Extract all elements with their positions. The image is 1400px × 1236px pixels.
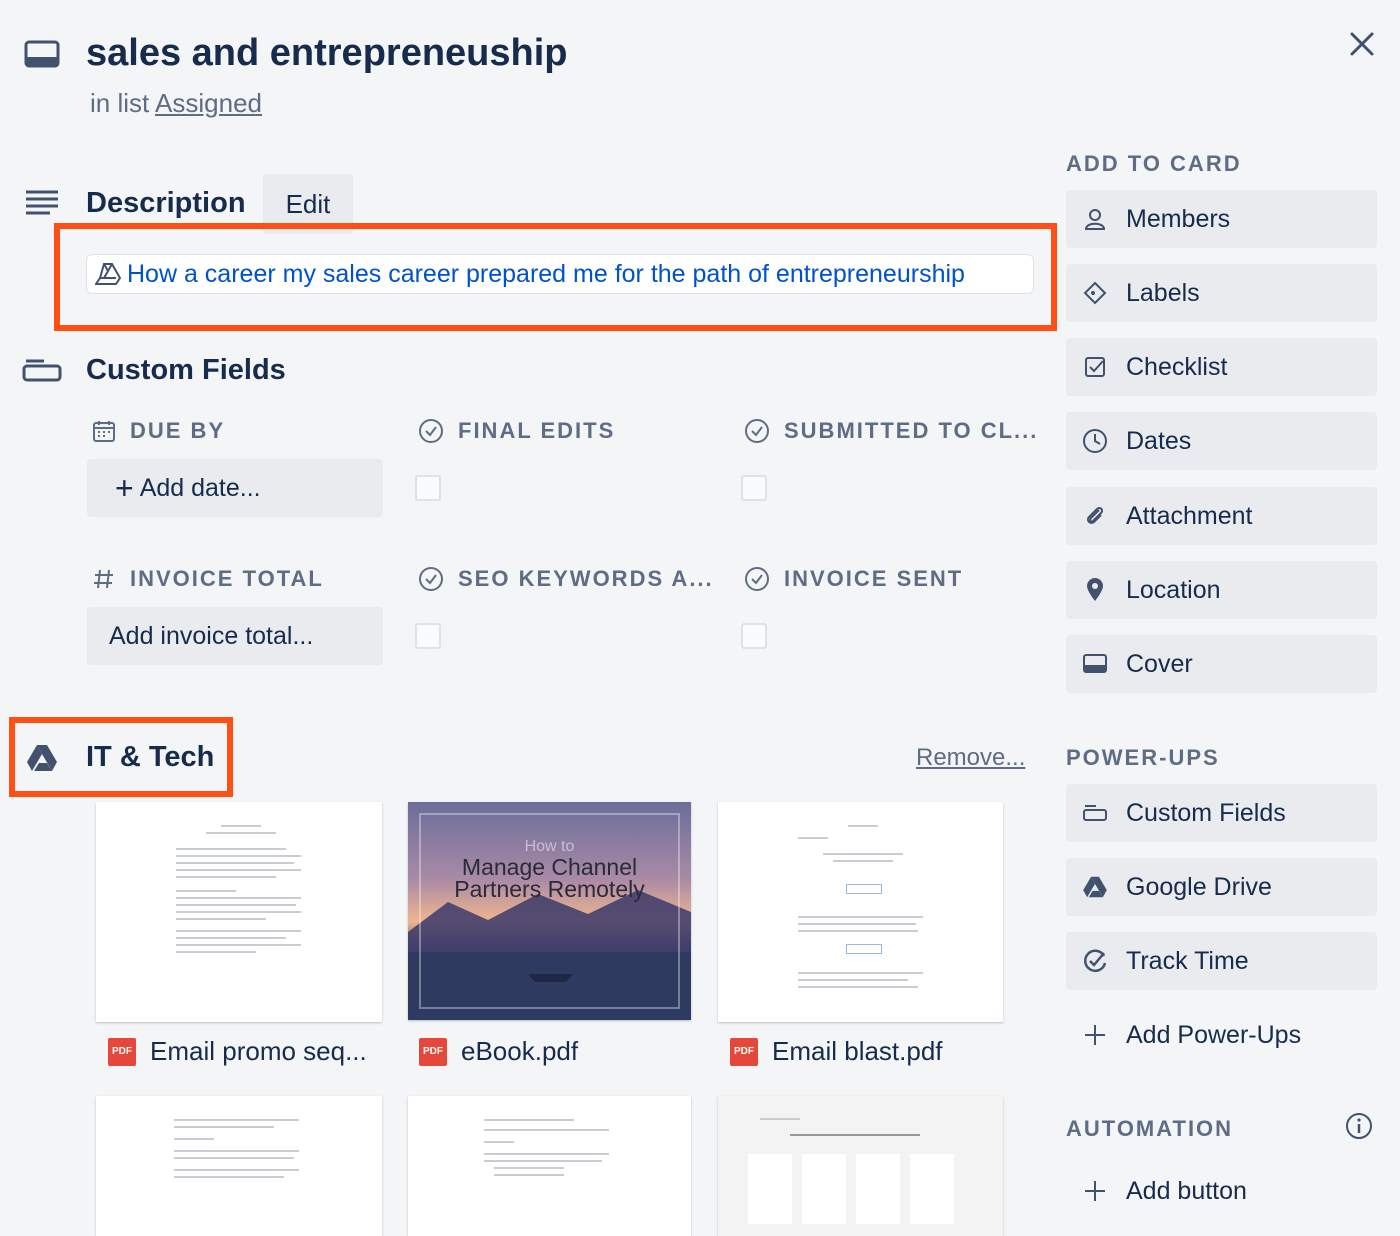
automation-heading: AUTOMATION <box>1066 1116 1234 1141</box>
members-button[interactable]: Members <box>1066 190 1377 248</box>
google-drive-power-up-button[interactable]: Google Drive <box>1066 858 1377 916</box>
file-thumbnail[interactable] <box>718 1096 1003 1236</box>
pdf-icon: PDF <box>419 1037 447 1066</box>
invoice-total-label: INVOICE TOTAL <box>92 566 324 592</box>
hash-icon <box>94 569 113 589</box>
custom-fields-icon <box>1082 800 1108 826</box>
file-name[interactable]: PDF Email blast.pdf <box>730 1036 943 1067</box>
description-drive-link[interactable]: How a career my sales career prepared me… <box>86 254 1034 294</box>
submitted-checkbox[interactable] <box>741 475 767 501</box>
add-button-button[interactable]: Add button <box>1066 1162 1377 1220</box>
attachment-button[interactable]: Attachment <box>1066 487 1377 545</box>
cover-button[interactable]: Cover <box>1066 635 1377 693</box>
pin-icon <box>1082 577 1108 603</box>
checklist-button[interactable]: Checklist <box>1066 338 1377 396</box>
invoice-sent-label: INVOICE SENT <box>744 566 963 592</box>
custom-fields-icon <box>22 358 62 384</box>
document-preview <box>174 1114 304 1183</box>
person-icon <box>1082 206 1108 232</box>
close-icon[interactable] <box>1346 28 1378 60</box>
document-preview <box>484 1114 614 1181</box>
google-drive-icon <box>95 263 121 285</box>
ebook-cover-title: Manage Channel Partners Remotely <box>454 854 645 902</box>
custom-fields-power-up-button[interactable]: Custom Fields <box>1066 784 1377 842</box>
invoice-sent-checkbox[interactable] <box>741 623 767 649</box>
final-edits-label: FINAL EDITS <box>418 418 615 444</box>
description-icon <box>24 188 60 218</box>
remove-folder-link[interactable]: Remove... <box>916 744 1025 772</box>
description-link-text: How a career my sales career prepared me… <box>127 259 965 288</box>
card-title[interactable]: sales and entrepreneuship <box>86 32 568 75</box>
checkmark-circle-icon <box>745 419 769 443</box>
file-thumbnail[interactable]: How to Manage Channel Partners Remotely <box>408 802 691 1020</box>
seo-keywords-label: SEO KEYWORDS A... <box>418 566 714 592</box>
description-heading: Description <box>86 187 246 219</box>
add-invoice-total-button[interactable]: Add invoice total... <box>87 607 383 665</box>
dates-button[interactable]: Dates <box>1066 412 1377 470</box>
file-name[interactable]: PDF eBook.pdf <box>419 1036 578 1067</box>
add-power-ups-button[interactable]: Add Power-Ups <box>1066 1006 1377 1064</box>
file-name[interactable]: PDF Email promo seq... <box>108 1036 367 1067</box>
file-thumbnail[interactable] <box>96 802 382 1022</box>
card-icon <box>24 40 60 70</box>
labels-button[interactable]: Labels <box>1066 264 1377 322</box>
file-thumbnail[interactable] <box>718 802 1003 1022</box>
calendar-icon <box>93 421 115 442</box>
plus-icon: + <box>115 470 134 506</box>
pdf-icon: PDF <box>730 1037 758 1066</box>
google-drive-icon <box>26 744 58 772</box>
power-ups-heading: POWER-UPS <box>1066 745 1220 770</box>
tag-icon <box>1082 280 1108 306</box>
track-time-icon <box>1082 948 1108 974</box>
checklist-icon <box>1082 354 1108 380</box>
submitted-label: SUBMITTED TO CL... <box>744 418 1038 444</box>
checkmark-circle-icon <box>419 567 443 591</box>
track-time-power-up-button[interactable]: Track Time <box>1066 932 1377 990</box>
cover-icon <box>1082 651 1108 677</box>
paperclip-icon <box>1082 503 1108 529</box>
file-thumbnail[interactable] <box>96 1096 382 1236</box>
checkmark-circle-icon <box>419 419 443 443</box>
final-edits-checkbox[interactable] <box>415 475 441 501</box>
mountains-illustration <box>408 813 691 1020</box>
list-link[interactable]: Assigned <box>155 88 262 118</box>
list-prefix: in list <box>90 88 150 118</box>
drive-folder-heading[interactable]: IT & Tech <box>86 741 214 774</box>
pdf-icon: PDF <box>108 1037 136 1066</box>
add-date-button[interactable]: + Add date... <box>87 459 383 517</box>
due-by-label: DUE BY <box>92 418 225 444</box>
google-drive-icon <box>1082 874 1108 900</box>
plus-icon <box>1082 1178 1108 1204</box>
file-thumbnail[interactable] <box>408 1096 691 1236</box>
location-button[interactable]: Location <box>1066 561 1377 619</box>
seo-keywords-checkbox[interactable] <box>415 623 441 649</box>
checkmark-circle-icon <box>745 567 769 591</box>
clock-icon <box>1082 428 1108 454</box>
custom-fields-heading: Custom Fields <box>86 354 286 386</box>
document-preview <box>718 1096 1003 1224</box>
list-info: in list Assigned <box>90 88 262 119</box>
info-icon[interactable] <box>1344 1111 1374 1141</box>
plus-icon <box>1082 1022 1108 1048</box>
document-preview <box>798 820 928 993</box>
document-preview <box>176 820 306 958</box>
add-to-card-heading: ADD TO CARD <box>1066 151 1242 176</box>
